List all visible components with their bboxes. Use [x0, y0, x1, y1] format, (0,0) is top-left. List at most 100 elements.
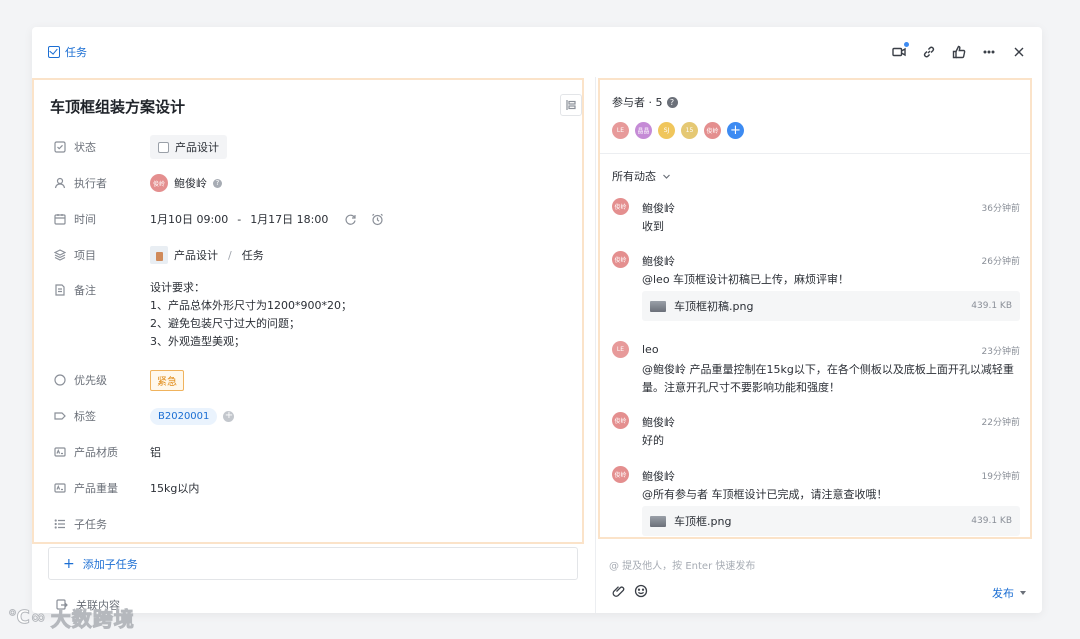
- activity-author[interactable]: 鲍俊岭: [642, 468, 675, 484]
- tag-chip[interactable]: B2020001: [150, 407, 218, 425]
- circle-icon: [54, 374, 66, 386]
- like-button[interactable]: [952, 45, 966, 59]
- add-tag-icon[interactable]: +: [223, 410, 235, 422]
- file-name: 车顶框.png: [674, 515, 732, 528]
- avatar[interactable]: LE: [612, 341, 629, 358]
- priority-label: 优先级: [74, 374, 107, 387]
- composer-tools: [612, 584, 648, 598]
- field-note: 备注 设计要求： 1、产品总体外形尺寸为1200*900*20； 2、避免包装尺…: [54, 279, 352, 351]
- activity-time: 26分钟前: [981, 257, 1020, 267]
- activity-item: 俊岭 鲍俊岭 19分钟前 @所有参与者 车顶框设计已完成，请注意查收哦！ 车顶框…: [612, 466, 1020, 538]
- activity-filter-label: 所有动态: [612, 170, 656, 183]
- note-line: 2、避免包装尺寸过大的问题；: [150, 317, 300, 330]
- status-checkbox[interactable]: [158, 141, 169, 153]
- tag-icon: [54, 410, 66, 422]
- help-icon[interactable]: ?: [666, 96, 678, 108]
- note-content[interactable]: 设计要求： 1、产品总体外形尺寸为1200*900*20； 2、避免包装尺寸过大…: [150, 279, 352, 351]
- list-icon: [54, 518, 66, 530]
- field-project: 项目 产品设计 / 任务: [54, 243, 264, 267]
- task-type-tag[interactable]: 任务: [48, 44, 87, 60]
- activity-item: 俊岭 鲍俊岭 36分钟前 收到: [612, 198, 1020, 238]
- avatar[interactable]: 俊岭: [612, 251, 629, 268]
- note-line: 设计要求：: [150, 281, 205, 294]
- avatar[interactable]: 晶晶: [635, 122, 652, 139]
- tags-label: 标签: [74, 410, 96, 423]
- breadcrumb-separator: /: [228, 248, 232, 262]
- activity-filter[interactable]: 所有动态: [612, 168, 671, 184]
- text-field-icon: [54, 482, 66, 494]
- field-time: 时间 1月10日 09:00 - 1月17日 18:00: [54, 207, 384, 231]
- caret-down-icon[interactable]: [1020, 591, 1026, 595]
- avatar[interactable]: 俊岭: [612, 466, 629, 483]
- activity-author[interactable]: 鲍俊岭: [642, 200, 675, 216]
- time-value[interactable]: 1月10日 09:00 - 1月17日 18:00: [150, 211, 384, 227]
- project-label: 项目: [74, 249, 96, 262]
- project-value[interactable]: 产品设计 / 任务: [150, 246, 264, 264]
- header-actions: [892, 42, 1026, 59]
- copy-link-button[interactable]: [922, 45, 936, 59]
- participants-list: LE 晶晶 SJ 15 俊岭 +: [612, 122, 744, 139]
- link-icon: [923, 46, 935, 58]
- repeat-icon[interactable]: [344, 213, 357, 226]
- avatar[interactable]: 俊岭: [704, 122, 721, 139]
- activity-author[interactable]: 鲍俊岭: [642, 253, 675, 269]
- activity-message: @鲍俊岭 产品重量控制在15kg以下，在各个侧板以及底板上面开孔以减轻重量。注意…: [642, 363, 1014, 394]
- watermark-text: 大数跨境: [50, 607, 135, 632]
- assignee-value[interactable]: 俊岭 鲍俊岭 ?: [150, 174, 222, 192]
- weight-label: 产品重量: [74, 482, 118, 495]
- avatar: 俊岭: [150, 174, 168, 192]
- assignee-name: 鲍俊岭: [174, 177, 207, 190]
- file-attachment[interactable]: 车顶框.png 439.1 KB: [642, 506, 1020, 536]
- project-name: 产品设计: [174, 249, 218, 262]
- video-call-button[interactable]: [892, 42, 909, 59]
- more-icon: [983, 50, 995, 54]
- priority-badge[interactable]: 紧急: [150, 369, 184, 391]
- task-title[interactable]: 车顶框组装方案设计: [50, 96, 185, 117]
- avatar[interactable]: 俊岭: [612, 198, 629, 215]
- publish-button[interactable]: 发布: [992, 585, 1026, 601]
- avatar[interactable]: LE: [612, 122, 629, 139]
- field-weight: 产品重量 15kg以内: [54, 476, 199, 500]
- alarm-icon[interactable]: [371, 213, 384, 226]
- participants-header: 参与者 · 5 ?: [612, 94, 678, 110]
- watermark-logo-icon: ℃∞: [8, 607, 47, 629]
- help-icon[interactable]: ?: [213, 178, 222, 188]
- avatar[interactable]: 15: [681, 122, 698, 139]
- note-icon: [54, 284, 66, 296]
- layout-toggle-button[interactable]: [560, 94, 582, 116]
- note-line: 3、外观造型美观；: [150, 335, 245, 348]
- add-participant-button[interactable]: +: [727, 122, 744, 139]
- comment-input[interactable]: @ 提及他人，按 Enter 快速发布: [609, 557, 755, 572]
- subtasks-label: 子任务: [74, 518, 107, 531]
- watermark: ℃∞ 大数跨境: [8, 603, 135, 632]
- top-bar: 任务: [32, 27, 1042, 77]
- task-type-label: 任务: [65, 46, 87, 59]
- status-value: 产品设计: [175, 141, 219, 154]
- attachment-icon[interactable]: [612, 584, 626, 598]
- file-size: 439.1 KB: [971, 301, 1012, 311]
- close-icon: [1014, 47, 1024, 57]
- activity-author[interactable]: leo: [642, 343, 659, 356]
- avatar[interactable]: SJ: [658, 122, 675, 139]
- weight-value[interactable]: 15kg以内: [150, 480, 199, 496]
- activity-panel: 参与者 · 5 ? LE 晶晶 SJ 15 俊岭 + 所有动态 俊岭 鲍俊岭 3…: [598, 78, 1032, 539]
- more-button[interactable]: [982, 45, 996, 59]
- add-subtask-label: 添加子任务: [82, 557, 138, 571]
- material-value[interactable]: 铝: [150, 444, 161, 460]
- activity-time: 36分钟前: [981, 204, 1020, 214]
- panel-divider: [595, 77, 596, 613]
- task-detail-card: 任务 车顶框组装方案设计 状态 产品设计 执行者 俊岭 鲍俊岭 ? 时间 1月1…: [32, 27, 1042, 613]
- add-subtask-button[interactable]: + 添加子任务: [48, 547, 578, 580]
- close-button[interactable]: [1012, 45, 1026, 59]
- emoji-icon[interactable]: [634, 584, 648, 598]
- status-selector[interactable]: 产品设计: [150, 135, 227, 159]
- field-status: 状态 产品设计: [54, 135, 227, 159]
- publish-label: 发布: [992, 587, 1014, 600]
- video-icon: [892, 47, 906, 57]
- file-attachment[interactable]: 车顶框初稿.png 439.1 KB: [642, 291, 1020, 321]
- field-tags: 标签 B2020001 +: [54, 404, 235, 428]
- plus-icon: +: [63, 555, 75, 572]
- status-label: 状态: [74, 141, 96, 154]
- avatar[interactable]: 俊岭: [612, 412, 629, 429]
- activity-author[interactable]: 鲍俊岭: [642, 414, 675, 430]
